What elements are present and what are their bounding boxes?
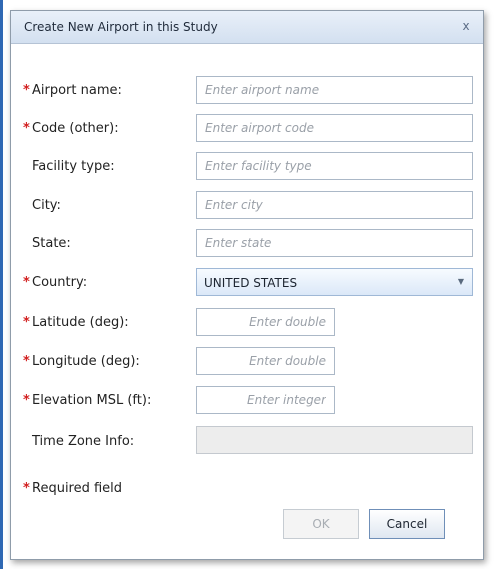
facility-type-label: Facility type: [32,159,115,174]
required-star: * [23,121,30,136]
code-input[interactable] [196,114,473,142]
longitude-input[interactable] [196,347,335,375]
code-label: * Code (other): [23,121,119,136]
elevation-input[interactable] [196,386,335,414]
country-select[interactable]: UNITED STATES ▼ [196,268,473,296]
facility-type-input[interactable] [196,152,473,180]
dialog-title: Create New Airport in this Study [24,20,218,34]
create-airport-dialog: Create New Airport in this Study x * Airp… [10,10,484,560]
chevron-down-icon: ▼ [457,277,464,286]
required-star: * [23,315,30,330]
time-zone-label: Time Zone Info: [32,434,135,449]
city-label: City: [32,198,61,213]
longitude-label: * Longitude (deg): [23,354,140,369]
country-label: * Country: [23,275,88,290]
country-selected-value: UNITED STATES [204,276,298,290]
ok-button[interactable]: OK [283,509,359,539]
screen-edge [0,0,3,569]
required-star: * [23,393,30,408]
elevation-label: * Elevation MSL (ft): [23,393,152,408]
required-field-note: * Required field [23,481,123,496]
required-star: * [23,83,30,98]
airport-name-label: * Airport name: [23,83,122,98]
dialog-titlebar: Create New Airport in this Study x [11,11,483,44]
airport-name-input[interactable] [196,76,473,104]
required-star: * [23,354,30,369]
state-label: State: [32,236,71,251]
close-icon[interactable]: x [457,17,475,35]
state-input[interactable] [196,229,473,257]
city-input[interactable] [196,191,473,219]
required-star: * [23,481,30,496]
latitude-input[interactable] [196,308,335,336]
latitude-label: * Latitude (deg): [23,315,129,330]
time-zone-input [196,426,473,454]
cancel-button[interactable]: Cancel [369,509,445,539]
required-star: * [23,275,30,290]
